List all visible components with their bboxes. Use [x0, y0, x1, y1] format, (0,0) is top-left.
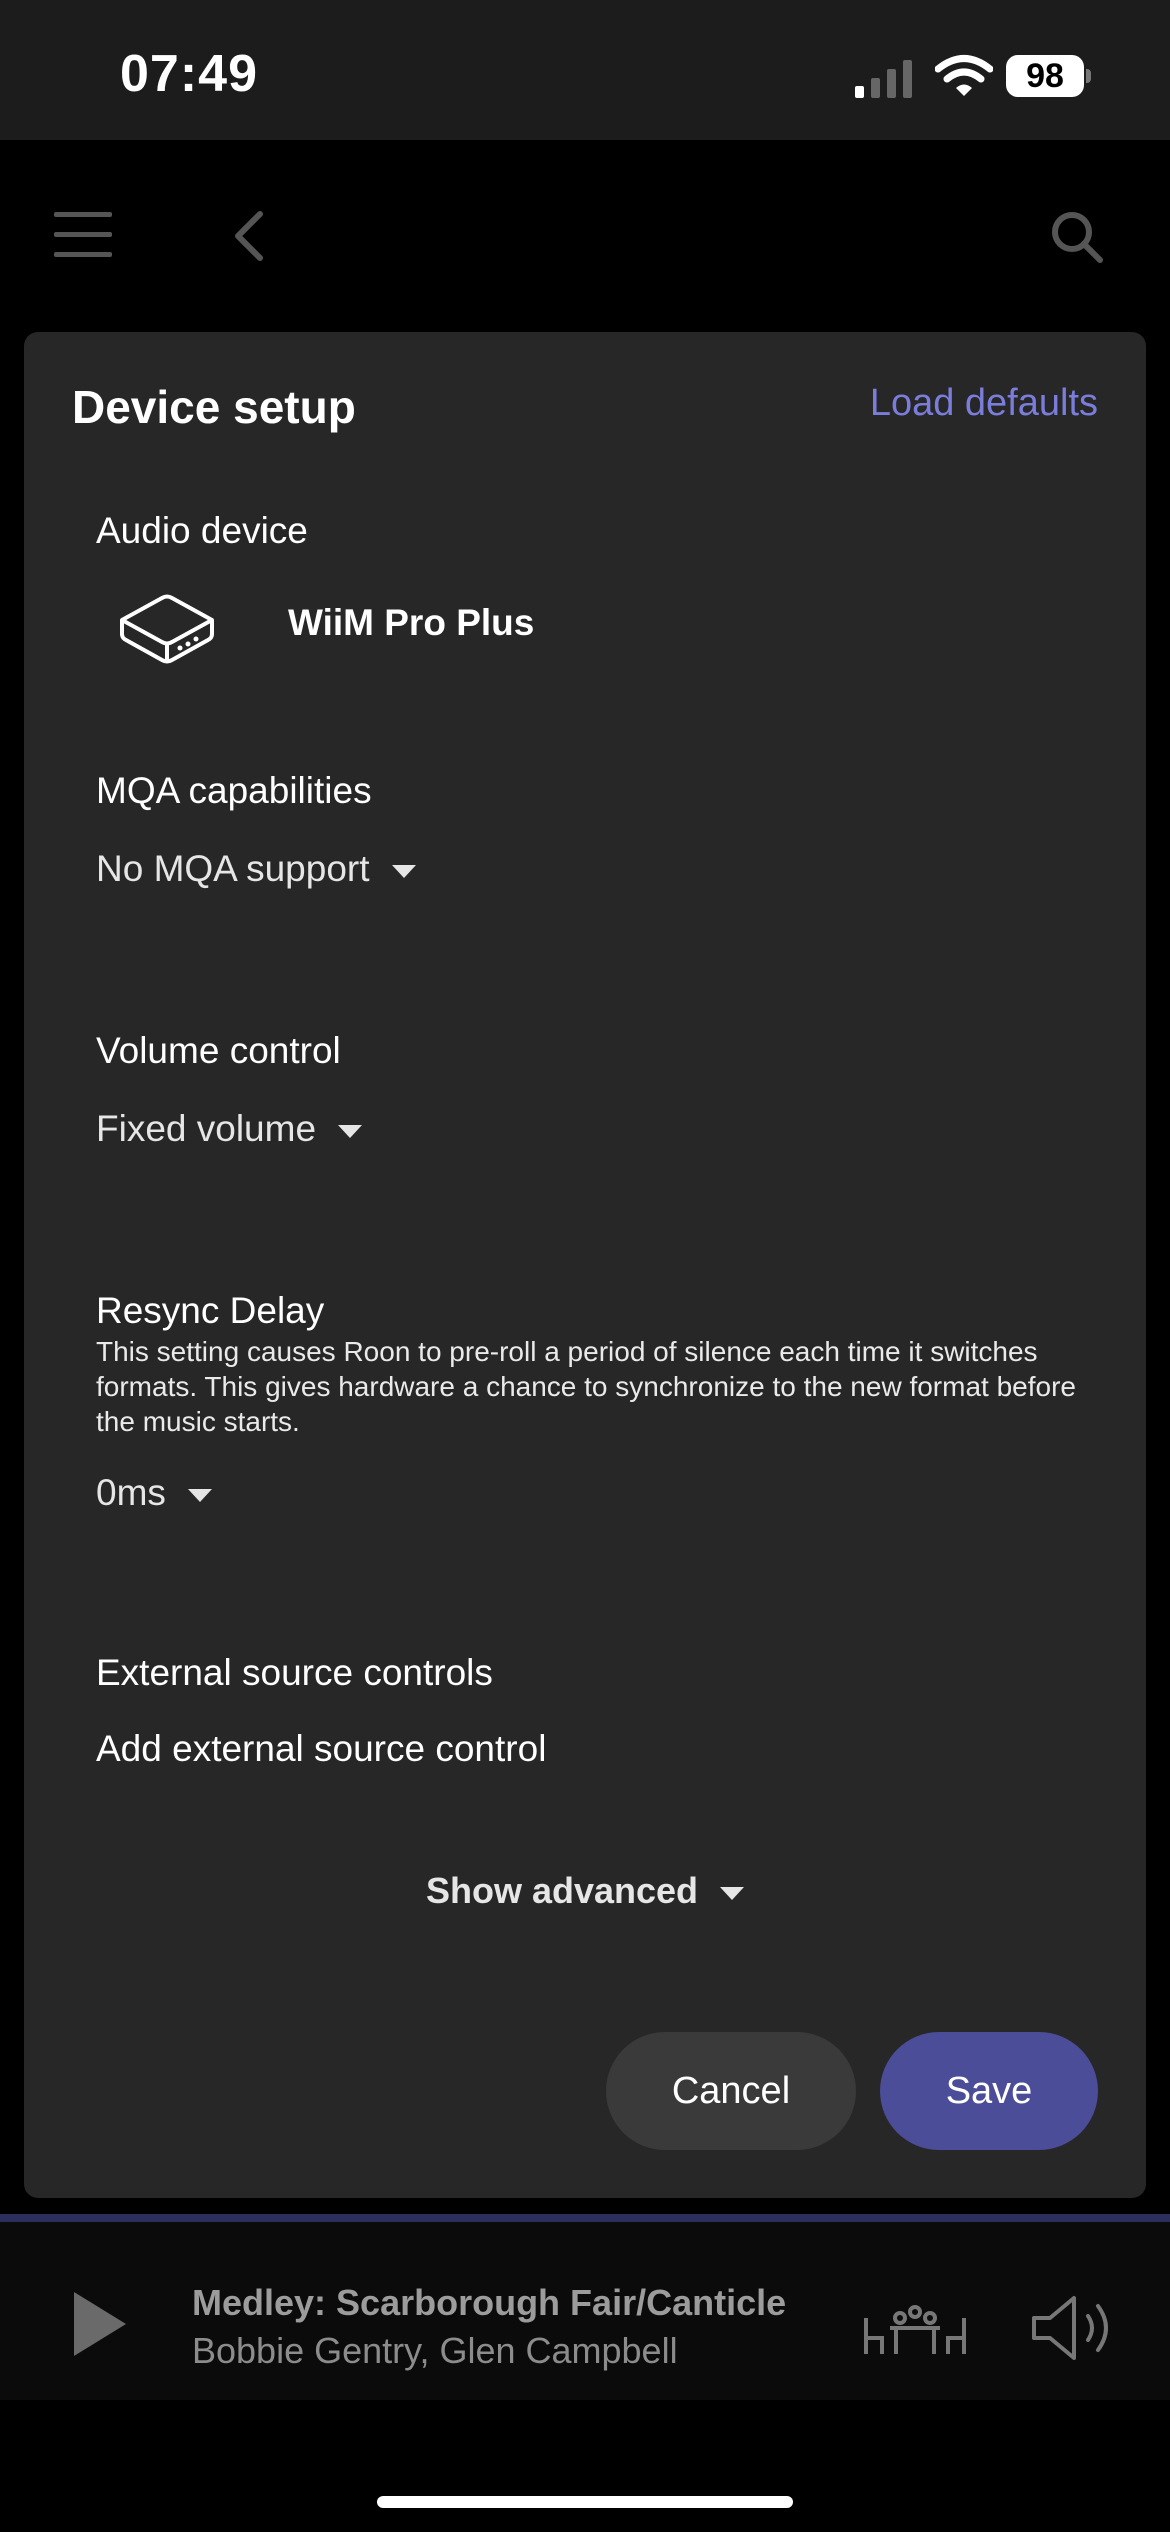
mqa-dropdown[interactable]: No MQA support	[96, 848, 416, 890]
save-button[interactable]: Save	[880, 2032, 1098, 2150]
audio-device-name: WiiM Pro Plus	[288, 602, 535, 643]
status-bar: 07:49 98	[0, 0, 1170, 140]
cellular-signal-icon	[855, 60, 912, 98]
device-setup-dialog: Device setup Load defaults Audio device …	[24, 332, 1146, 2198]
show-advanced-label: Show advanced	[425, 1870, 699, 1911]
track-title: Medley: Scarborough Fair/Canticle	[192, 2282, 787, 2323]
chevron-down-icon	[391, 864, 416, 878]
show-advanced-toggle[interactable]: Show advanced	[24, 1870, 1146, 1912]
playback-progress-bar[interactable]	[0, 2214, 1170, 2222]
dialog-title: Device setup	[72, 381, 356, 433]
cancel-button[interactable]: Cancel	[606, 2032, 856, 2150]
resync-delay-dropdown[interactable]: 0ms	[96, 1472, 212, 1514]
load-defaults-link[interactable]: Load defaults	[870, 382, 1098, 425]
app-bar	[0, 140, 1170, 330]
mqa-label: MQA capabilities	[96, 770, 372, 811]
volume-control-dropdown[interactable]: Fixed volume	[96, 1108, 363, 1150]
audio-device-label: Audio device	[96, 510, 308, 551]
search-icon[interactable]	[1050, 210, 1104, 264]
home-indicator	[377, 2496, 793, 2508]
wifi-icon	[935, 55, 993, 96]
streamer-box-icon	[120, 594, 214, 664]
chevron-down-icon	[187, 1488, 212, 1502]
volume-control-label: Volume control	[96, 1030, 341, 1071]
battery-level: 98	[1006, 55, 1084, 97]
play-icon[interactable]	[70, 2288, 130, 2360]
volume-control-value: Fixed volume	[96, 1108, 317, 1149]
external-source-label: External source controls	[96, 1652, 493, 1693]
battery-indicator: 98	[1006, 55, 1091, 99]
speaker-volume-icon[interactable]	[1030, 2292, 1126, 2364]
track-artist: Bobbie Gentry, Glen Campbell	[192, 2330, 678, 2371]
resync-delay-description: This setting causes Roon to pre-roll a p…	[96, 1336, 1076, 1437]
mqa-value: No MQA support	[96, 848, 370, 889]
add-external-source-link[interactable]: Add external source control	[96, 1728, 546, 1770]
resync-delay-value: 0ms	[96, 1472, 166, 1513]
chevron-down-icon	[720, 1886, 745, 1900]
status-time: 07:49	[120, 45, 258, 103]
zone-speakers-icon[interactable]	[860, 2298, 970, 2358]
chevron-left-icon[interactable]	[232, 210, 266, 262]
chevron-down-icon	[338, 1124, 363, 1138]
resync-delay-label: Resync Delay	[96, 1290, 325, 1331]
hamburger-menu-icon[interactable]	[54, 210, 112, 260]
